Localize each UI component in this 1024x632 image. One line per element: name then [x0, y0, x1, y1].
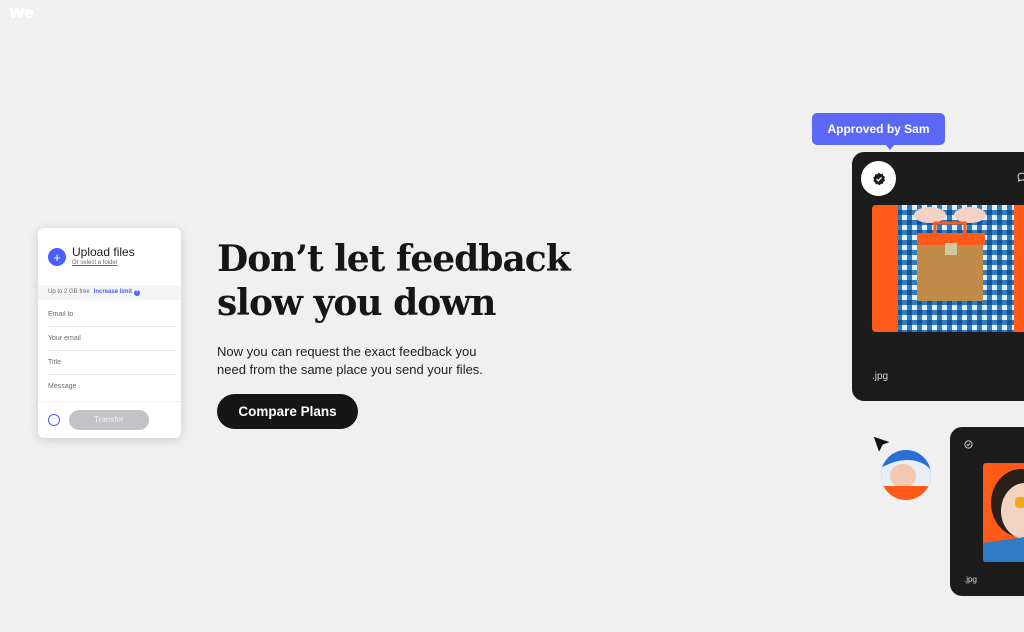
- upload-panel: + Upload files Or select a folder Up to …: [38, 228, 181, 438]
- panel-footer: ··· Transfer: [38, 401, 181, 438]
- compare-plans-button[interactable]: Compare Plans: [217, 394, 358, 429]
- increase-limit-link[interactable]: Increase limit: [94, 285, 132, 300]
- comment-icon[interactable]: [1017, 172, 1024, 182]
- file-preview-card-secondary: .jpg: [950, 427, 1024, 596]
- upload-header: + Upload files Or select a folder: [48, 245, 135, 268]
- transfer-button[interactable]: Transfer: [69, 410, 149, 430]
- sunglasses-photo: [983, 463, 1024, 562]
- message-field[interactable]: [48, 374, 175, 398]
- add-files-button[interactable]: +: [48, 248, 66, 266]
- select-folder-link[interactable]: Or select a folder: [72, 259, 135, 268]
- title-field[interactable]: [48, 350, 175, 375]
- file-extension: .jpg: [872, 371, 889, 382]
- more-options-icon[interactable]: ···: [48, 414, 60, 426]
- hero-subtitle: Now you can request the exact feedback y…: [217, 343, 517, 379]
- approved-tooltip: Approved by Sam: [812, 113, 945, 150]
- info-icon[interactable]: ?: [134, 289, 141, 296]
- message-input[interactable]: [48, 382, 175, 390]
- email-to-input[interactable]: [48, 310, 175, 318]
- file-extension-secondary: .jpg: [964, 575, 977, 584]
- title-input[interactable]: [48, 358, 175, 366]
- hero-title-line-2: slow you down: [217, 282, 496, 324]
- approved-badge: [861, 161, 896, 196]
- verified-badge-icon: [872, 172, 885, 185]
- limit-bar: Up to 2 GB free Increase limit ?: [38, 285, 181, 300]
- hero-title: Don’t let feedback slow you down: [217, 237, 571, 325]
- hero-subtitle-line-2: need from the same place you send your f…: [217, 362, 483, 377]
- limit-text: Up to 2 GB free: [48, 289, 90, 295]
- your-email-input[interactable]: [48, 334, 175, 342]
- plus-icon: +: [53, 249, 61, 265]
- cursor-pointer-icon: [872, 435, 893, 455]
- wetransfer-logo-icon[interactable]: [8, 6, 34, 20]
- upload-files-title[interactable]: Upload files: [72, 245, 135, 259]
- email-to-field[interactable]: [48, 302, 175, 327]
- hero-subtitle-line-1: Now you can request the exact feedback y…: [217, 344, 477, 359]
- handbag-photo: [872, 205, 1024, 332]
- hero-title-line-1: Don’t let feedback: [217, 238, 571, 280]
- check-circle-icon: [964, 440, 973, 449]
- file-preview-card: .jpg: [852, 152, 1024, 401]
- your-email-field[interactable]: [48, 326, 175, 351]
- collaborator-avatar: [881, 450, 931, 500]
